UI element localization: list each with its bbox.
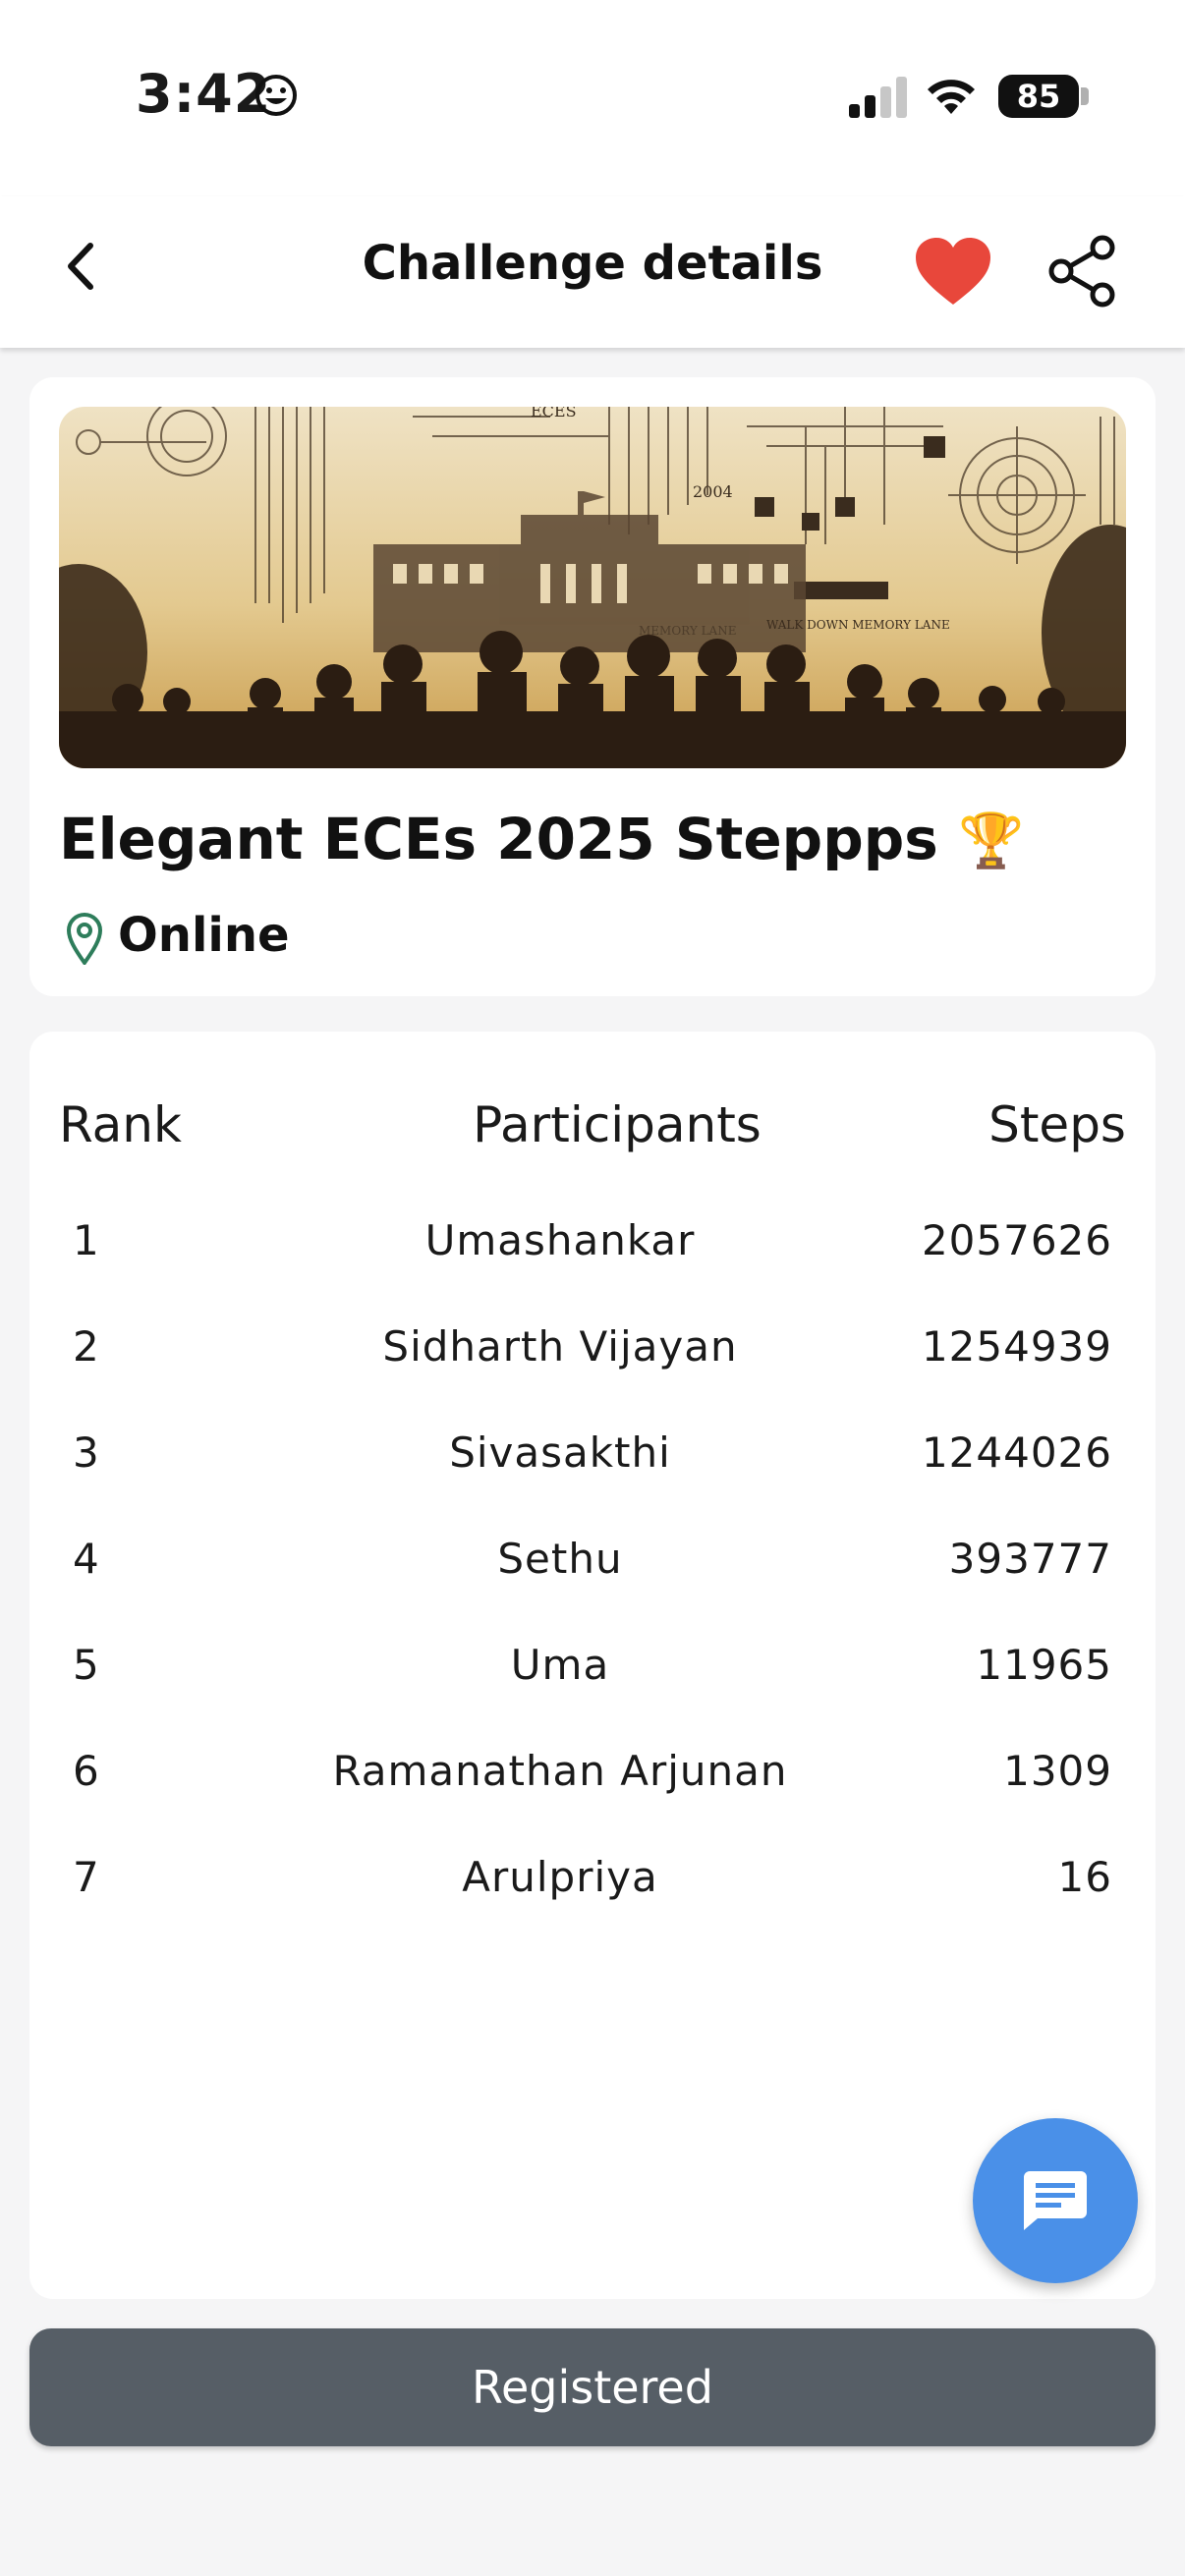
trophy-icon: 🏆 xyxy=(957,810,1025,871)
steps-cell: 1244026 xyxy=(921,1428,1112,1477)
participant-name: Arulpriya xyxy=(462,1853,658,1901)
steps-cell: 1254939 xyxy=(921,1322,1112,1371)
heart-icon[interactable] xyxy=(914,236,992,307)
challenge-card: ECES 2004 WALK DOWN MEMORY LANE MEMORY L… xyxy=(29,377,1156,996)
table-row: 4 Sethu 393777 xyxy=(29,1535,1156,1613)
participant-name: Ramanathan Arjunan xyxy=(332,1747,788,1795)
challenge-banner-image: ECES 2004 WALK DOWN MEMORY LANE MEMORY L… xyxy=(59,407,1126,768)
rank-cell: 4 xyxy=(73,1535,100,1583)
chat-message-icon xyxy=(1024,2171,1087,2230)
banner-text-year: 2004 xyxy=(693,482,733,501)
battery-indicator: 85 xyxy=(998,75,1079,118)
steps-cell: 2057626 xyxy=(921,1216,1112,1264)
rank-cell: 6 xyxy=(73,1747,100,1795)
status-bar: 3:42 85 xyxy=(0,0,1185,196)
chat-fab-button[interactable] xyxy=(973,2118,1138,2283)
table-row: 7 Arulpriya 16 xyxy=(29,1853,1156,1932)
column-header-steps: Steps xyxy=(988,1096,1126,1153)
cellular-signal-icon xyxy=(849,77,907,118)
banner-text-lane-small: MEMORY LANE xyxy=(639,624,736,638)
steps-cell: 1309 xyxy=(1003,1747,1112,1795)
map-pin-icon xyxy=(66,913,103,965)
leaderboard-card: Rank Participants Steps 1 Umashankar 205… xyxy=(29,1032,1156,2299)
rank-cell: 5 xyxy=(73,1641,100,1689)
participant-name: Umashankar xyxy=(424,1216,696,1264)
table-row: 3 Sivasakthi 1244026 xyxy=(29,1428,1156,1507)
page-title: Challenge details xyxy=(362,236,823,291)
table-row: 1 Umashankar 2057626 xyxy=(29,1216,1156,1295)
rank-cell: 2 xyxy=(73,1322,100,1371)
challenge-title-text: Elegant ECEs 2025 Steppps xyxy=(59,806,938,872)
participant-name: Sidharth Vijayan xyxy=(382,1322,738,1371)
wifi-icon xyxy=(928,80,975,114)
app-header: Challenge details xyxy=(0,196,1185,348)
status-time: 3:42 xyxy=(136,63,272,125)
share-icon[interactable] xyxy=(1045,234,1120,308)
table-row: 6 Ramanathan Arjunan 1309 xyxy=(29,1747,1156,1825)
participant-name: Sethu xyxy=(497,1535,623,1583)
table-row: 2 Sidharth Vijayan 1254939 xyxy=(29,1322,1156,1401)
rank-cell: 7 xyxy=(73,1853,100,1901)
location-label: Online xyxy=(118,908,290,963)
rank-cell: 1 xyxy=(73,1216,100,1264)
banner-text-top: ECES xyxy=(531,407,577,420)
challenge-title: Elegant ECEs 2025 Steppps 🏆 xyxy=(59,806,1024,872)
steps-cell: 16 xyxy=(1057,1853,1112,1901)
smiley-face-icon xyxy=(255,75,297,116)
participant-name: Sivasakthi xyxy=(449,1428,671,1477)
steps-cell: 11965 xyxy=(976,1641,1112,1689)
steps-cell: 393777 xyxy=(948,1535,1112,1583)
battery-tip xyxy=(1081,87,1089,105)
banner-text-lane: WALK DOWN MEMORY LANE xyxy=(766,618,950,632)
rank-cell: 3 xyxy=(73,1428,100,1477)
table-row: 5 Uma 11965 xyxy=(29,1641,1156,1719)
participant-name: Uma xyxy=(510,1641,610,1689)
registered-button[interactable]: Registered xyxy=(29,2328,1156,2446)
